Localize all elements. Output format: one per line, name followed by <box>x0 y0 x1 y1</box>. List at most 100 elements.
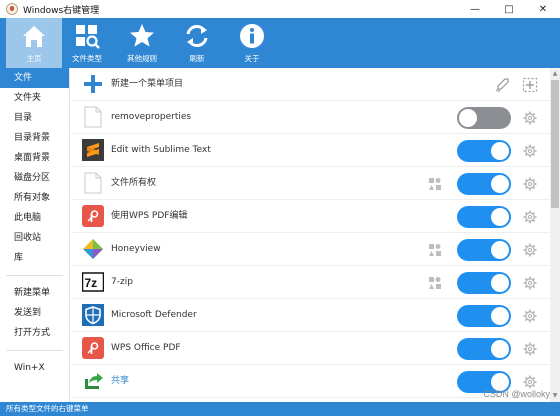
sidebar-item-directory[interactable]: 目录 <box>0 108 69 128</box>
sidebar-item-open-with[interactable]: 打开方式 <box>0 323 69 343</box>
menu-item-row[interactable]: WPS Office PDF <box>71 332 550 365</box>
info-icon <box>237 21 267 51</box>
plus-icon <box>82 73 104 95</box>
new-menu-item-row[interactable]: 新建一个菜单项目 <box>71 68 550 101</box>
sidebar-item-win-x[interactable]: Win+X <box>0 358 69 378</box>
shapes-badge-icon <box>429 277 441 289</box>
wps-pdf-icon <box>82 205 104 227</box>
add-dashed-icon[interactable] <box>522 77 538 96</box>
sidebar-divider <box>6 350 63 351</box>
toggle-knob <box>459 109 477 127</box>
wps-pdf-icon <box>82 337 104 359</box>
menu-item-row[interactable]: Edit with Sublime Text <box>71 134 550 167</box>
close-button[interactable]: ✕ <box>526 0 560 18</box>
shapes-badge-icon <box>429 244 441 256</box>
toolbar-home-label: 主页 <box>26 54 42 63</box>
toggle-knob <box>491 241 509 259</box>
enable-toggle[interactable] <box>457 272 511 294</box>
sidebar-item-new-menu[interactable]: 新建菜单 <box>0 283 69 303</box>
status-bar: 所有类型文件的右键菜单 <box>0 402 560 416</box>
app-icon <box>6 3 18 15</box>
sidebar-item-recycle-bin[interactable]: 回收站 <box>0 228 69 248</box>
toolbar-other-rules-label: 其他规则 <box>127 54 157 63</box>
gear-icon[interactable] <box>523 276 537 290</box>
toolbar-home-button[interactable]: 主页 <box>6 18 62 68</box>
sidebar-item-desktop-background[interactable]: 桌面背景 <box>0 148 69 168</box>
toggle-knob <box>491 307 509 325</box>
scrollbar-thumb[interactable] <box>551 80 559 208</box>
maximize-button[interactable]: □ <box>492 0 526 18</box>
refresh-icon <box>182 21 212 51</box>
menu-item-row[interactable]: 使用WPS PDF编辑 <box>71 200 550 233</box>
shapes-badge-icon <box>429 178 441 190</box>
menu-item-label: Honeyview <box>111 244 161 254</box>
toggle-knob <box>491 340 509 358</box>
toolbar-refresh-button[interactable]: 刷新 <box>169 18 225 68</box>
gear-icon[interactable] <box>523 177 537 191</box>
enable-toggle[interactable] <box>457 305 511 327</box>
gear-icon[interactable] <box>523 243 537 257</box>
main-toolbar: 主页 文件类型 其他规则 刷新 关于 <box>0 18 560 68</box>
menu-item-row[interactable]: 7z 7-zip <box>71 266 550 299</box>
defender-shield-icon <box>82 304 104 326</box>
sidebar-item-send-to[interactable]: 发送到 <box>0 303 69 323</box>
title-bar: Windows右键管理 — □ ✕ <box>0 0 560 18</box>
menu-item-row[interactable]: 共享 <box>71 365 550 398</box>
sidebar-item-drive[interactable]: 磁盘分区 <box>0 168 69 188</box>
enable-toggle[interactable] <box>457 140 511 162</box>
window-controls: — □ ✕ <box>458 0 560 18</box>
enable-toggle[interactable] <box>457 206 511 228</box>
sidebar-item-this-pc[interactable]: 此电脑 <box>0 208 69 228</box>
gear-icon[interactable] <box>523 210 537 224</box>
gear-icon[interactable] <box>523 342 537 356</box>
toggle-knob <box>491 208 509 226</box>
svg-text:7z: 7z <box>85 276 98 290</box>
menu-item-label: Microsoft Defender <box>111 310 197 320</box>
gear-icon[interactable] <box>523 144 537 158</box>
7zip-icon: 7z <box>82 271 104 293</box>
menu-item-label: 7-zip <box>111 277 133 287</box>
toggle-knob <box>491 142 509 160</box>
enable-toggle[interactable] <box>457 338 511 360</box>
minimize-button[interactable]: — <box>458 0 492 18</box>
toolbar-about-label: 关于 <box>244 54 260 63</box>
list-scrollbar[interactable]: ▲ ▼ <box>550 68 560 402</box>
sidebar-item-all-objects[interactable]: 所有对象 <box>0 188 69 208</box>
enable-toggle[interactable] <box>457 239 511 261</box>
toolbar-file-types-label: 文件类型 <box>72 54 102 63</box>
toggle-knob <box>491 274 509 292</box>
sidebar-item-directory-background[interactable]: 目录背景 <box>0 128 69 148</box>
header-actions <box>494 77 538 96</box>
enable-toggle[interactable] <box>457 173 511 195</box>
blank-file-icon <box>82 106 104 128</box>
menu-item-row[interactable]: Honeyview <box>71 233 550 266</box>
file-types-icon <box>72 21 102 51</box>
enable-toggle[interactable] <box>457 107 511 129</box>
watermark: CSDN @wolloky <box>483 389 550 399</box>
star-icon <box>127 21 157 51</box>
scroll-down-icon[interactable]: ▼ <box>551 392 559 400</box>
sublime-text-icon <box>82 139 104 161</box>
sidebar-item-library[interactable]: 库 <box>0 248 69 268</box>
share-arrow-icon <box>82 370 104 392</box>
toolbar-other-rules-button[interactable]: 其他规则 <box>114 18 170 68</box>
toolbar-about-button[interactable]: 关于 <box>224 18 280 68</box>
toolbar-file-types-button[interactable]: 文件类型 <box>59 18 115 68</box>
menu-item-list: 新建一个菜单项目 removeproperties Edit with Subli… <box>71 68 550 402</box>
sidebar-item-folder[interactable]: 文件夹 <box>0 88 69 108</box>
gear-icon[interactable] <box>523 375 537 389</box>
gear-icon[interactable] <box>523 309 537 323</box>
menu-item-label: removeproperties <box>111 112 192 122</box>
menu-item-row[interactable]: 文件所有权 <box>71 167 550 200</box>
menu-item-label: Edit with Sublime Text <box>111 145 211 155</box>
honeyview-icon <box>82 238 104 260</box>
window-title: Windows右键管理 <box>23 5 100 16</box>
scroll-up-icon[interactable]: ▲ <box>551 70 559 78</box>
toggle-knob <box>491 175 509 193</box>
blank-file-icon <box>82 172 104 194</box>
menu-item-row[interactable]: Microsoft Defender <box>71 299 550 332</box>
sidebar-item-file[interactable]: 文件 <box>0 68 69 88</box>
menu-item-row[interactable]: removeproperties <box>71 101 550 134</box>
gear-icon[interactable] <box>523 111 537 125</box>
rocket-icon[interactable] <box>494 77 510 96</box>
